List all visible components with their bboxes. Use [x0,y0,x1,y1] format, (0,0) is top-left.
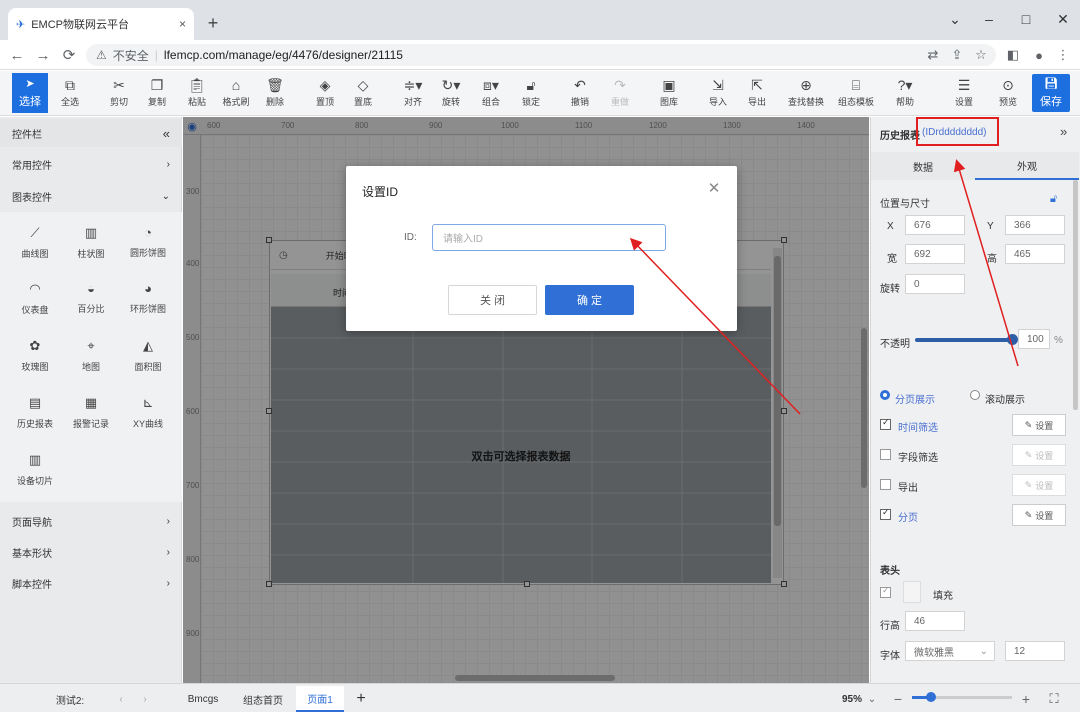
zoom-dropdown-icon[interactable]: ⌄ [866,686,878,712]
add-page-button[interactable]: + [350,686,372,712]
zoom-level[interactable]: 95% [836,686,868,712]
page-tab[interactable]: 组态首页 [236,686,290,712]
fullscreen-icon[interactable]: ⛶ [1046,686,1062,712]
prev-page-icon[interactable]: ‹ [114,686,128,712]
zoom-slider-thumb[interactable] [926,692,936,702]
page-tab-active[interactable]: 页面1 [296,686,344,712]
page-group-label: 测试2: [55,695,85,707]
annotation-arrows [629,159,1019,415]
zoom-out-button[interactable]: − [890,686,906,712]
page-tab[interactable]: Bmcgs [178,686,228,712]
next-page-icon[interactable]: › [138,686,152,712]
zoom-in-button[interactable]: + [1018,686,1034,712]
